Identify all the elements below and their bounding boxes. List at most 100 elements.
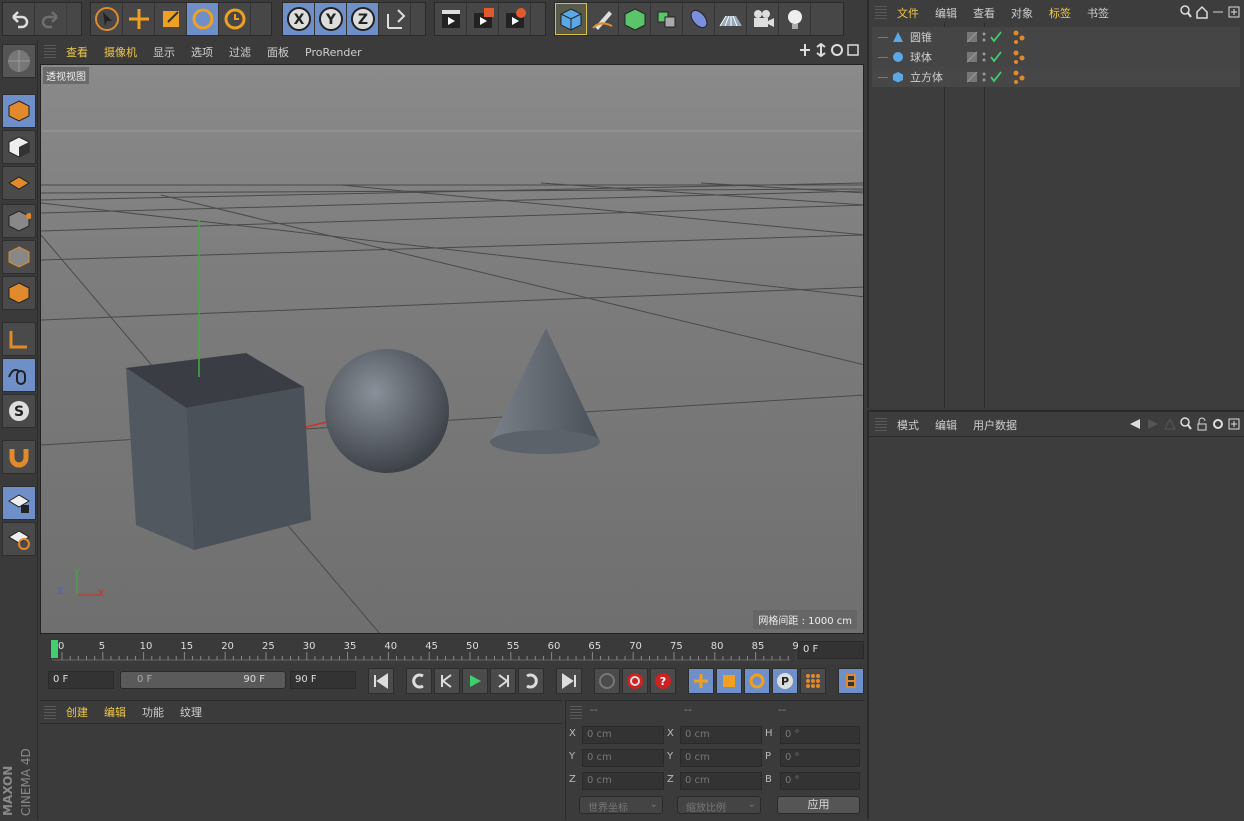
current-frame-field[interactable]: 0 F bbox=[798, 641, 864, 659]
select-tool-icon[interactable] bbox=[91, 3, 123, 35]
playhead[interactable] bbox=[51, 640, 58, 658]
tag-icon[interactable] bbox=[1012, 50, 1026, 64]
light-icon[interactable] bbox=[779, 3, 811, 35]
zoom-icon[interactable] bbox=[815, 43, 827, 57]
timeline-window-icon[interactable] bbox=[838, 668, 864, 694]
coord-value-field[interactable]: 0 ° bbox=[780, 772, 860, 790]
object-name[interactable]: 球体 bbox=[910, 49, 958, 65]
coord-value-field[interactable]: 0 ° bbox=[780, 749, 860, 767]
camera-icon[interactable] bbox=[747, 3, 779, 35]
key-points-icon[interactable] bbox=[800, 668, 826, 694]
material-menu-item-0[interactable]: 创建 bbox=[58, 704, 96, 720]
record-disabled-icon[interactable] bbox=[594, 668, 620, 694]
visibility-toggles[interactable] bbox=[966, 31, 1002, 43]
object-row[interactable]: 立方体 bbox=[872, 67, 1240, 87]
autokey-icon[interactable] bbox=[622, 668, 648, 694]
workplane-rotate-icon[interactable] bbox=[2, 522, 36, 556]
object-menu-item-1[interactable]: 编辑 bbox=[927, 5, 965, 21]
start-frame-field[interactable]: 0 F bbox=[48, 671, 114, 689]
coordinate-system-icon[interactable] bbox=[379, 3, 411, 35]
viewport-menu-item-5[interactable]: 面板 bbox=[259, 44, 297, 60]
material-menu-item-1[interactable]: 编辑 bbox=[96, 704, 134, 720]
attribute-menu-item-0[interactable]: 模式 bbox=[889, 417, 927, 433]
lock-icon[interactable] bbox=[1196, 417, 1208, 431]
pan-icon[interactable] bbox=[799, 43, 811, 57]
undo-icon[interactable] bbox=[3, 3, 35, 35]
polygons-mode-icon[interactable] bbox=[2, 276, 36, 310]
coord-value-field[interactable]: 0 cm bbox=[582, 749, 664, 767]
prev-key-icon[interactable] bbox=[406, 668, 432, 694]
viewport-menu-item-2[interactable]: 显示 bbox=[145, 44, 183, 60]
globe-icon[interactable] bbox=[2, 44, 36, 78]
attribute-menu-item-1[interactable]: 编辑 bbox=[927, 417, 965, 433]
scale-mode-dropdown[interactable]: 缩放比例 ⌄ bbox=[677, 796, 761, 814]
next-frame-icon[interactable] bbox=[490, 668, 516, 694]
forward-arrow-icon[interactable] bbox=[1146, 417, 1160, 431]
viewport-menu-item-6[interactable]: ProRender bbox=[297, 46, 370, 59]
timeline-ruler[interactable]: 051015202530354045505560657075808590 bbox=[40, 638, 805, 662]
range-slider[interactable]: 0 F 90 F bbox=[120, 671, 286, 689]
points-mode-icon[interactable] bbox=[2, 204, 36, 238]
magnet-icon[interactable] bbox=[2, 440, 36, 474]
object-menu-item-2[interactable]: 查看 bbox=[965, 5, 1003, 21]
viewport-menu-item-1[interactable]: 摄像机 bbox=[96, 44, 145, 60]
home-icon[interactable] bbox=[1196, 5, 1208, 19]
material-menu-item-3[interactable]: 纹理 bbox=[172, 704, 210, 720]
go-to-end-icon[interactable] bbox=[556, 668, 582, 694]
coord-value-field[interactable]: 0 cm bbox=[680, 726, 762, 744]
object-menu-item-4[interactable]: 标签 bbox=[1041, 5, 1079, 21]
play-icon[interactable] bbox=[462, 668, 488, 694]
object-menu-item-0[interactable]: 文件 bbox=[889, 5, 927, 21]
render-settings-icon[interactable] bbox=[499, 3, 531, 35]
viewport-menu-item-4[interactable]: 过滤 bbox=[221, 44, 259, 60]
prev-frame-icon[interactable] bbox=[434, 668, 460, 694]
axis-mode-icon[interactable] bbox=[2, 322, 36, 356]
object-name[interactable]: 圆锥 bbox=[910, 29, 958, 45]
back-arrow-icon[interactable] bbox=[1128, 417, 1142, 431]
viewport-menu-item-3[interactable]: 选项 bbox=[183, 44, 221, 60]
tag-icon[interactable] bbox=[1012, 30, 1026, 44]
new-window-icon[interactable] bbox=[1228, 417, 1240, 431]
key-scale-icon[interactable] bbox=[716, 668, 742, 694]
search-icon[interactable] bbox=[1180, 5, 1192, 19]
collapse-icon[interactable] bbox=[1212, 5, 1224, 19]
floor-icon[interactable] bbox=[715, 3, 747, 35]
z-axis-icon[interactable]: Z bbox=[347, 3, 379, 35]
coord-system-dropdown[interactable]: 世界坐标 ⌄ bbox=[579, 796, 663, 814]
object-row[interactable]: 圆锥 bbox=[872, 27, 1240, 47]
scale-tool-icon[interactable] bbox=[155, 3, 187, 35]
coord-value-field[interactable]: 0 ° bbox=[780, 726, 860, 744]
up-icon[interactable] bbox=[1164, 417, 1176, 431]
tweak-mode-icon[interactable] bbox=[2, 358, 36, 392]
coord-value-field[interactable]: 0 cm bbox=[582, 772, 664, 790]
key-position-icon[interactable] bbox=[688, 668, 714, 694]
visibility-toggles[interactable] bbox=[966, 51, 1002, 63]
object-menu-item-3[interactable]: 对象 bbox=[1003, 5, 1041, 21]
search-icon[interactable] bbox=[1180, 417, 1192, 431]
array-icon[interactable] bbox=[651, 3, 683, 35]
texture-mode-icon[interactable] bbox=[2, 130, 36, 164]
render-view-icon[interactable] bbox=[435, 3, 467, 35]
material-menu-item-2[interactable]: 功能 bbox=[134, 704, 172, 720]
key-parameter-icon[interactable]: P bbox=[772, 668, 798, 694]
object-row[interactable]: 球体 bbox=[872, 47, 1240, 67]
maximize-icon[interactable] bbox=[847, 43, 859, 57]
cube-object-icon[interactable] bbox=[555, 3, 587, 35]
coord-value-field[interactable]: 0 cm bbox=[680, 772, 762, 790]
x-axis-icon[interactable]: X bbox=[283, 3, 315, 35]
object-menu-item-5[interactable]: 书签 bbox=[1079, 5, 1117, 21]
subdivision-icon[interactable] bbox=[619, 3, 651, 35]
orbit-icon[interactable] bbox=[831, 43, 843, 57]
model-mode-icon[interactable] bbox=[2, 94, 36, 128]
deformer-icon[interactable] bbox=[683, 3, 715, 35]
recent-tool-icon[interactable] bbox=[219, 3, 251, 35]
attribute-menu-item-2[interactable]: 用户数据 bbox=[965, 417, 1025, 433]
workplane-lock-icon[interactable] bbox=[2, 486, 36, 520]
next-key-icon[interactable] bbox=[518, 668, 544, 694]
render-picture-icon[interactable] bbox=[467, 3, 499, 35]
coord-value-field[interactable]: 0 cm bbox=[680, 749, 762, 767]
settings-icon[interactable] bbox=[1212, 417, 1224, 431]
visibility-toggles[interactable] bbox=[966, 71, 1002, 83]
end-frame-field[interactable]: 90 F bbox=[290, 671, 356, 689]
workplane-icon[interactable] bbox=[2, 166, 36, 200]
